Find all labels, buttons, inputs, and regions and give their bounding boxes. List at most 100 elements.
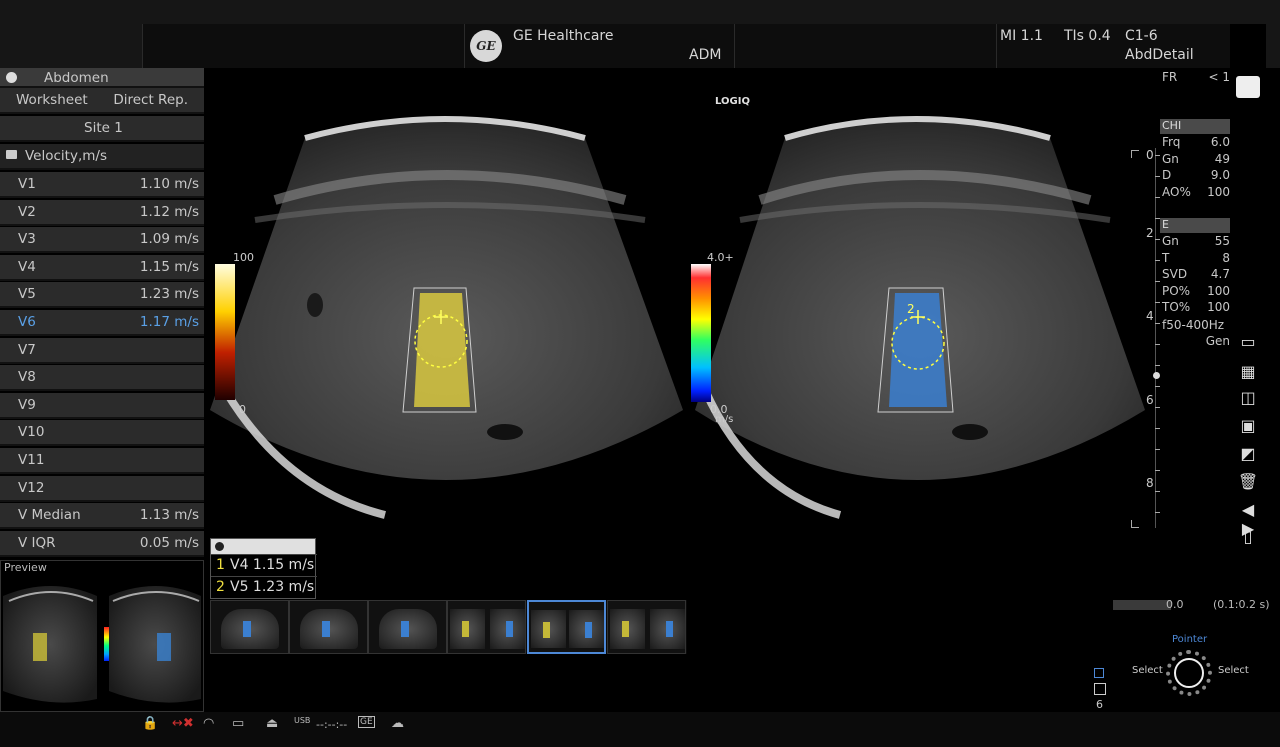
image-icon[interactable]: ◩ <box>1236 444 1260 466</box>
e-header: E <box>1160 218 1230 233</box>
measure-row-v-iqr[interactable]: V IQR 0.05 m/s <box>0 530 204 557</box>
measure-label: V8 <box>18 369 36 386</box>
site-label: Site 1 <box>84 120 123 136</box>
monitor-icon[interactable]: ▭ <box>1236 332 1260 354</box>
param-row-svd: SVD 4.7 <box>1162 267 1230 281</box>
trackball-right-select[interactable]: Select <box>1218 665 1249 676</box>
measure-row-v11[interactable]: V11 <box>0 448 204 474</box>
bracket-bottom-icon <box>1131 520 1139 528</box>
measure-row-v8[interactable]: V8 <box>0 365 204 392</box>
measure-label: V4 <box>18 258 36 275</box>
eject-icon[interactable]: ⏏ <box>266 716 278 731</box>
cine-thumb-selected[interactable] <box>527 600 606 654</box>
right-scale-unit: m/s <box>715 414 734 425</box>
measure-value: 1.17 m/s <box>139 314 199 330</box>
cine-thumb[interactable] <box>289 600 368 654</box>
prev-next-icon[interactable]: ◀ ▶ <box>1236 500 1260 538</box>
cine-strip <box>210 600 687 654</box>
depth-0: 0 <box>1146 148 1154 162</box>
trackball-left-select[interactable]: Select <box>1132 665 1163 676</box>
measure-label: V10 <box>18 424 45 441</box>
cine-thumb[interactable] <box>447 600 526 654</box>
direct-rep-button[interactable]: Direct Rep. <box>113 92 188 108</box>
battery-icon: ▭ <box>232 716 245 731</box>
measure-row-v2[interactable]: V2 1.12 m/s <box>0 199 204 226</box>
roi-box-right[interactable] <box>875 285 957 415</box>
freq-row: f50-400Hz <box>1162 318 1225 332</box>
measure-row-v12[interactable]: V12 <box>0 475 204 502</box>
cine-start: 0.0 <box>1166 598 1184 611</box>
left-scale-bottom: 0 <box>239 403 246 416</box>
depth-2: 2 <box>1146 226 1154 240</box>
fr-row: FR < 1 <box>1162 70 1230 84</box>
cloud-icon: ☁ <box>391 716 404 731</box>
probe-name: C1-6 <box>1125 28 1158 44</box>
measure-label: V Median <box>18 507 81 524</box>
measurement-header <box>211 539 315 554</box>
depth-tick <box>1155 512 1160 513</box>
worksheet-row: Worksheet Direct Rep. <box>0 88 204 114</box>
measure-value: 1.13 m/s <box>139 507 199 524</box>
param-row-topct: TO% 100 <box>1162 300 1230 314</box>
depth-tick <box>1155 449 1160 450</box>
measure-row-v-median[interactable]: V Median 1.13 m/s <box>0 503 204 530</box>
site-row[interactable]: Site 1 <box>0 116 204 142</box>
measure-value: 1.15 m/s <box>139 258 199 275</box>
phone-icon[interactable]: ▯ <box>1236 527 1260 549</box>
trackball-ball-icon[interactable] <box>1174 658 1204 688</box>
cine-thumb[interactable] <box>607 600 686 654</box>
measure-row-v4[interactable]: V4 1.15 m/s <box>0 254 204 281</box>
worksheet-button[interactable]: Worksheet <box>16 92 88 108</box>
measure-value: 1.23 m/s <box>139 286 199 303</box>
freeze-button[interactable] <box>1236 76 1260 98</box>
measure-value: 1.10 m/s <box>139 176 199 192</box>
gen-row: Gen <box>1205 334 1230 348</box>
left-scale-top: 100 <box>233 251 254 264</box>
cine-progress-bar[interactable] <box>1113 600 1171 610</box>
layout-icon[interactable]: ◫ <box>1236 388 1260 410</box>
cine-thumb[interactable] <box>210 600 289 654</box>
bracket-top-icon <box>1131 150 1139 158</box>
measurement-row[interactable]: 1 V4 1.15 m/s <box>211 554 317 576</box>
report-icon[interactable]: ▣ <box>1236 416 1260 438</box>
depth-8: 8 <box>1146 476 1154 490</box>
page-box-icon[interactable] <box>1094 668 1104 678</box>
measure-row-v7[interactable]: V7 <box>0 337 204 364</box>
preset-name: AbdDetail <box>1125 47 1194 63</box>
left-color-scale <box>215 264 235 400</box>
radio-icon <box>215 542 224 551</box>
velocity-group[interactable]: Velocity,m/s <box>0 144 204 170</box>
exam-row[interactable]: Abdomen <box>0 68 204 88</box>
trash-icon[interactable]: 🗑 <box>1236 472 1260 494</box>
param-row-frq: Frq 6.0 <box>1162 135 1230 149</box>
preview-panel[interactable]: Preview <box>0 560 204 712</box>
measure-label: V11 <box>18 452 45 468</box>
operator: ADM <box>689 47 722 63</box>
ge-status-icon: GE <box>358 716 375 728</box>
network-off-icon: ↔✖ <box>172 716 194 731</box>
measure-label: V12 <box>18 479 45 496</box>
measurement-row[interactable]: 2 V5 1.23 m/s <box>211 576 317 598</box>
measure-label: V9 <box>18 396 36 413</box>
top-right-box <box>1230 24 1266 68</box>
right-scale-top: 4.0+ <box>707 251 734 264</box>
measure-label: V3 <box>18 231 36 248</box>
top-seg-1 <box>142 24 464 68</box>
top-seg-left <box>0 24 142 68</box>
chi-header: CHI <box>1160 119 1230 134</box>
measure-row-v10[interactable]: V10 <box>0 420 204 447</box>
measure-row-v5[interactable]: V5 1.23 m/s <box>0 282 204 309</box>
param-row-t: T8 <box>1162 250 1230 265</box>
measure-label: V5 <box>18 286 36 303</box>
depth-4: 4 <box>1146 309 1154 323</box>
measure-row-v1[interactable]: V1 1.10 m/s <box>0 172 204 198</box>
cine-thumb[interactable] <box>368 600 447 654</box>
measure-row-v3[interactable]: V3 1.09 m/s <box>0 227 204 254</box>
page-box-icon[interactable] <box>1094 683 1106 695</box>
param-row-d: D 9.0 <box>1162 168 1230 182</box>
roi-box-left[interactable] <box>400 285 480 415</box>
measure-row-v6[interactable]: V6 1.17 m/s <box>0 310 204 336</box>
measure-label: V7 <box>18 341 36 358</box>
measure-row-v9[interactable]: V9 <box>0 392 204 419</box>
table-icon[interactable]: ▦ <box>1236 362 1260 384</box>
